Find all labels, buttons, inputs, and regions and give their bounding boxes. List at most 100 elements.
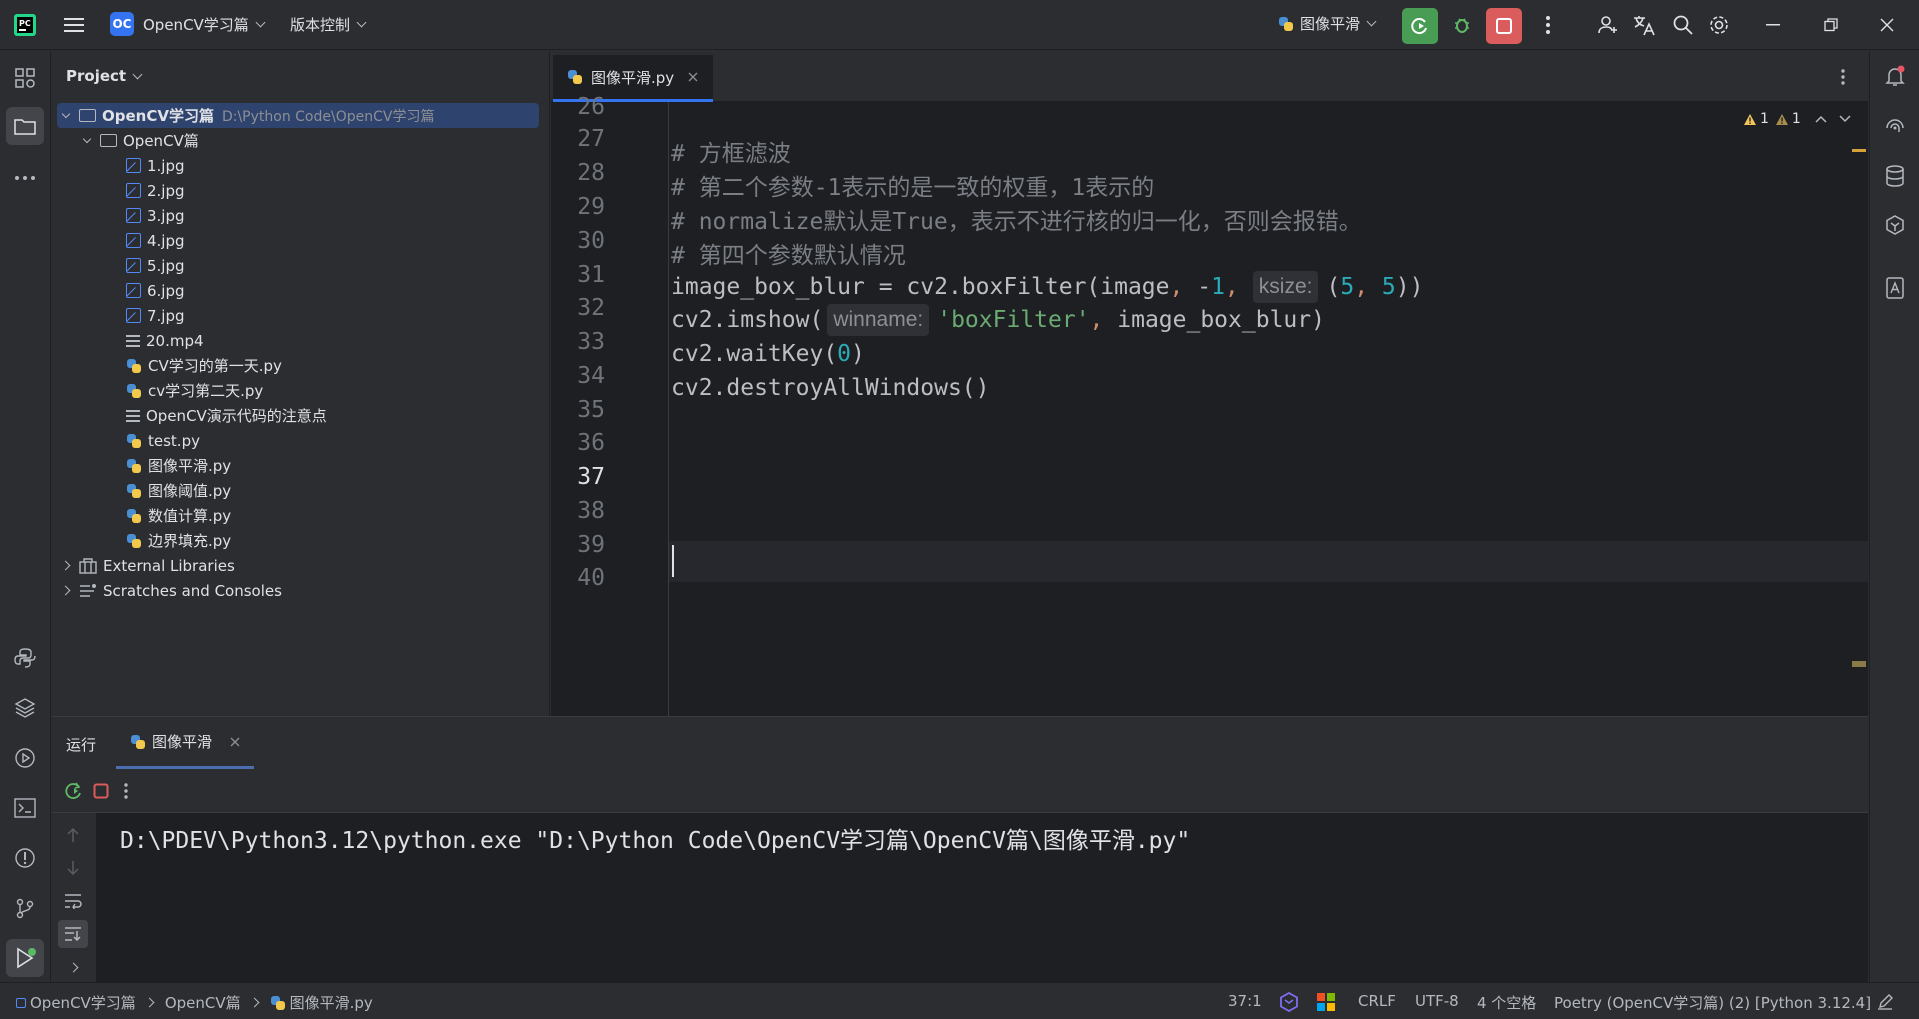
file-name: 7.jpg [147,306,185,325]
tree-file-item[interactable]: 7.jpg [126,303,185,328]
git-branch-icon[interactable] [11,894,39,922]
debug-icon[interactable] [1449,12,1475,38]
image-file-icon [126,208,141,223]
text-caret [672,545,674,577]
tree-file-item[interactable]: cv学习第二天.py [126,378,263,403]
restore-icon[interactable] [1818,12,1844,38]
tree-scratches[interactable]: Scratches and Consoles [60,578,282,603]
database-icon[interactable] [1881,162,1909,190]
tree-file-item[interactable]: 2.jpg [126,178,185,203]
run-tab-close-icon[interactable] [230,737,240,747]
edit-lock-icon[interactable] [1874,991,1896,1013]
python-console-icon[interactable] [11,644,39,672]
tree-file-item[interactable]: 图像平滑.py [126,453,231,478]
tree-file-item[interactable]: OpenCV演示代码的注意点 [126,403,327,428]
run-tab[interactable]: 图像平滑 [116,717,255,769]
tree-file-item[interactable]: 3.jpg [126,203,185,228]
search-icon[interactable] [1670,12,1696,38]
run-more-icon[interactable] [116,779,136,803]
inspection-widget[interactable]: 1 1 [1743,111,1851,127]
tree-file-item[interactable]: 4.jpg [126,228,185,253]
tree-file-item[interactable]: 图像阈值.py [126,478,231,503]
sciview-icon[interactable] [1881,211,1909,239]
close-icon[interactable] [1874,12,1900,38]
more-actions-icon[interactable] [1536,12,1560,38]
file-name: 数值计算.py [148,507,232,525]
translate-icon[interactable] [1630,12,1658,38]
stop-button[interactable] [1486,8,1522,44]
run-tool-icon[interactable] [6,939,44,977]
breadcrumb-item[interactable]: OpenCV篇 [165,992,241,1013]
code-token: , [1224,274,1239,300]
tree-file-item[interactable]: 6.jpg [126,278,185,303]
structure-icon[interactable] [11,64,39,92]
tree-file-item[interactable]: CV学习的第一天.py [126,353,282,378]
chevron-up-icon[interactable] [1815,115,1827,123]
python-packages-icon[interactable] [11,694,39,722]
services-icon[interactable] [11,744,39,772]
minimize-icon[interactable] [1760,12,1786,38]
line-separator[interactable]: CRLF [1358,992,1396,1010]
chevron-right-icon [60,560,71,571]
documentation-icon[interactable] [1881,274,1909,302]
tree-file-item[interactable]: 边界填充.py [126,528,231,553]
image-file-icon [126,258,141,273]
project-panel-header[interactable]: Project [66,67,143,85]
tree-root[interactable]: OpenCV学习篇 D:\Python Code\OpenCV学习篇 [57,103,539,128]
pycharm-logo-icon[interactable]: PC [12,12,38,38]
settings-gear-icon[interactable] [1706,12,1732,38]
code-area[interactable]: # 方框滤波 # 第二个参数-1表示的是一致的权重，1表示的 # normali… [671,102,1856,716]
ai-status-icon[interactable] [1277,990,1301,1014]
image-file-icon [126,158,141,173]
project-badge: OC [110,12,134,36]
tab-close-icon[interactable] [688,72,698,82]
more-tools-icon[interactable] [11,164,39,192]
problems-icon[interactable] [11,844,39,872]
code-token: 'boxFilter' [937,307,1090,333]
rerun-icon[interactable] [62,779,86,803]
warning-icon [1744,113,1756,125]
tree-file-item[interactable]: 数值计算.py [126,503,231,528]
chevron-right-icon[interactable] [61,955,85,979]
tree-external-libraries[interactable]: External Libraries [60,553,235,578]
tree-folder-opencv[interactable]: OpenCV篇 [82,128,199,153]
caret-position[interactable]: 37:1 [1228,992,1262,1010]
tree-file-item[interactable]: 5.jpg [126,253,185,278]
arrow-down-icon[interactable] [61,856,85,880]
vcs-menu[interactable]: 版本控制 [290,14,367,35]
file-encoding[interactable]: UTF-8 [1415,992,1459,1010]
ai-assistant-icon[interactable] [1881,112,1909,140]
windows-icon[interactable] [1316,992,1336,1012]
arrow-up-icon[interactable] [61,823,85,847]
title-bar: PC OC OpenCV学习篇 版本控制 图像平滑 [0,0,1919,50]
soft-wrap-icon[interactable] [61,889,85,913]
breadcrumb-item[interactable]: OpenCV学习篇 [30,992,136,1013]
tree-file-item[interactable]: 20.mp4 [126,328,204,353]
weak-warning-stripe-marker[interactable] [1852,661,1866,667]
tab-actions-icon[interactable] [1831,64,1855,90]
indent-setting[interactable]: 4 个空格 [1477,992,1536,1013]
console-output[interactable]: D:\PDEV\Python3.12\python.exe "D:\Python… [120,821,1190,855]
scroll-to-end-icon[interactable] [58,920,88,948]
notifications-bell-icon[interactable] [1881,62,1909,90]
line-number: 30 [577,228,605,254]
root-folder-path: D:\Python Code\OpenCV学习篇 [221,108,435,125]
code-token: 0 [837,341,852,367]
python-file-icon [126,458,142,474]
python-interpreter[interactable]: Poetry (OpenCV学习篇) (2) [Python 3.12.4] [1554,992,1871,1013]
run-config-selector[interactable]: 图像平滑 [1278,13,1377,34]
warning-stripe-marker[interactable] [1852,149,1866,152]
rerun-button[interactable] [1402,8,1438,44]
add-user-icon[interactable] [1594,12,1622,38]
tree-file-item[interactable]: test.py [126,428,200,453]
chevron-down-icon[interactable] [1839,115,1851,123]
breadcrumb-item[interactable]: 图像平滑.py [290,992,373,1013]
project-folder-icon[interactable] [6,107,44,145]
tree-file-item[interactable]: 1.jpg [126,153,185,178]
terminal-icon[interactable] [11,794,39,822]
project-selector[interactable]: OC OpenCV学习篇 [110,12,266,36]
text-file-icon [126,409,140,422]
file-name: 边界填充.py [148,532,232,550]
stop-icon[interactable] [89,779,113,803]
main-menu-icon[interactable] [62,13,86,37]
